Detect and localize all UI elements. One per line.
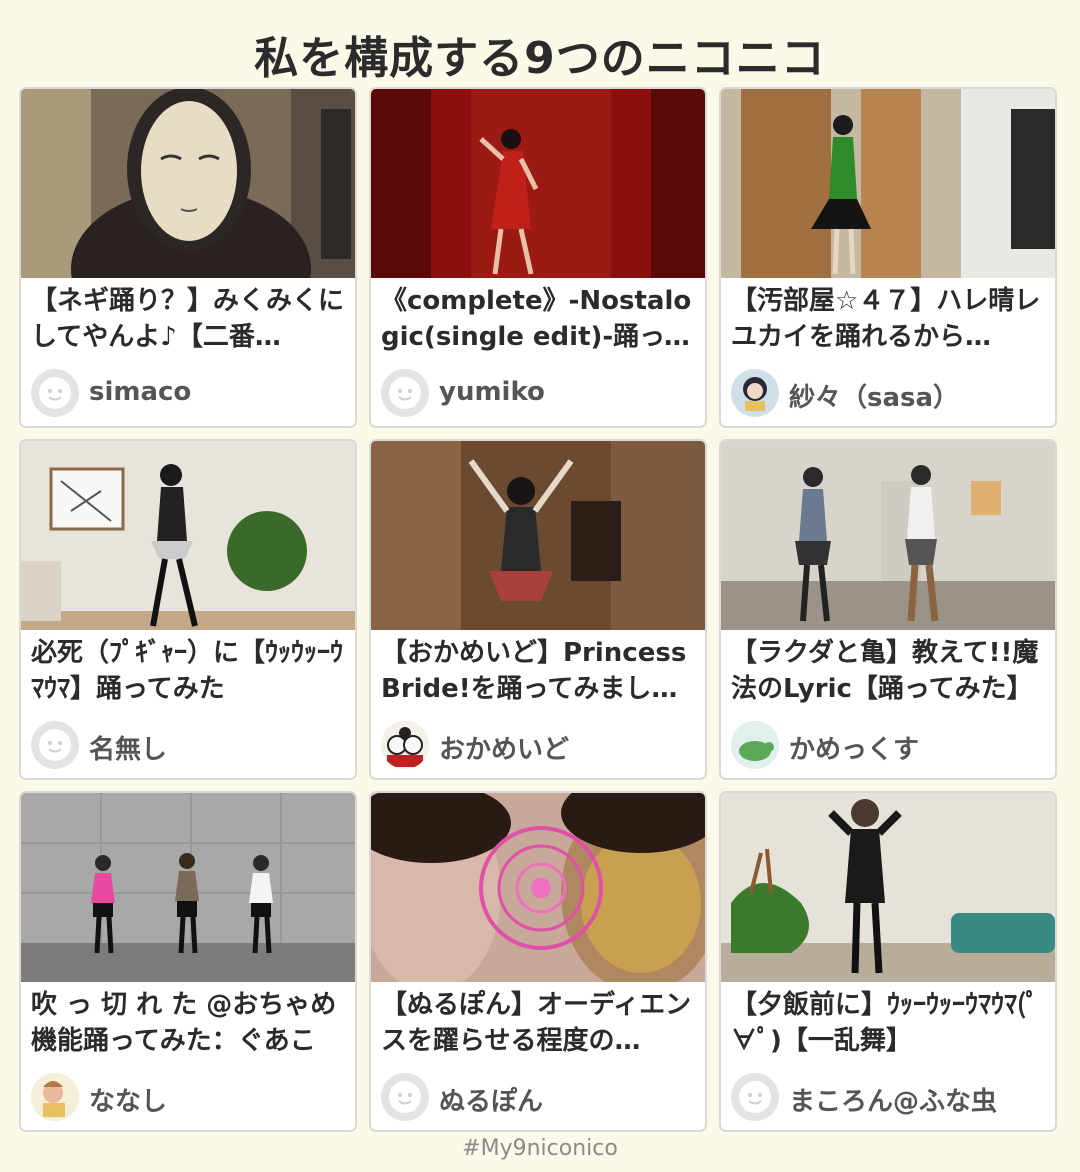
video-title[interactable]: 【ネギ踊り？】みくみくにしてやんよ♪【二番…	[31, 283, 349, 355]
video-card[interactable]: 【ネギ踊り？】みくみくにしてやんよ♪【二番… simaco	[19, 87, 357, 428]
video-thumbnail[interactable]	[721, 441, 1055, 630]
author[interactable]: ぬるぽん	[381, 1073, 699, 1123]
author[interactable]: おかめいど	[381, 721, 699, 771]
author[interactable]: かめっくす	[731, 721, 1049, 771]
hashtag: #My9niconico	[462, 1136, 618, 1161]
author-name: 名無し	[89, 735, 168, 765]
author-name: かめっくす	[789, 735, 920, 765]
video-title[interactable]: 【ぬるぽん】オーディエンスを躍らせる程度の…	[381, 987, 699, 1059]
author-name: yumiko	[439, 377, 545, 407]
author[interactable]: yumiko	[381, 369, 699, 419]
turtle-icon	[731, 721, 779, 769]
video-thumbnail[interactable]	[721, 793, 1055, 982]
video-thumbnail[interactable]	[21, 89, 355, 278]
video-title[interactable]: 【汚部屋☆４７】ハレ晴レユカイを踊れるから…	[731, 283, 1049, 355]
default-face-icon	[731, 1073, 779, 1121]
okame-mask-icon	[381, 721, 429, 769]
author-name: おかめいど	[439, 735, 570, 765]
video-thumbnail[interactable]	[721, 89, 1055, 278]
default-face-icon	[381, 1073, 429, 1121]
author[interactable]: 紗々（sasa）	[731, 369, 1049, 419]
video-card[interactable]: 吹 っ 切 れ た @おちゃめ機能踊ってみた：ぐあこ ななし	[19, 791, 357, 1132]
author[interactable]: 名無し	[31, 721, 349, 771]
author[interactable]: simaco	[31, 369, 349, 419]
video-card[interactable]: 【ラクダと亀】教えて!!魔法のLyric【踊ってみた】 かめっくす	[719, 439, 1057, 780]
video-card[interactable]: 【ぬるぽん】オーディエンスを躍らせる程度の… ぬるぽん	[369, 791, 707, 1132]
default-face-icon	[381, 369, 429, 417]
video-thumbnail[interactable]	[371, 441, 705, 630]
video-card[interactable]: 必死（ﾌﾟｷﾞｬｰ）に【ｳｯｳｯｰｳﾏｳﾏ】踊ってみた 名無し	[19, 439, 357, 780]
author[interactable]: まころん@ふな虫	[731, 1073, 1049, 1123]
video-title[interactable]: 【夕飯前に】ｳｯｰｳｯｰｳﾏｳﾏ(ﾟ∀ﾟ)【一乱舞】	[731, 987, 1049, 1059]
video-thumbnail[interactable]	[371, 89, 705, 278]
video-grid: 【ネギ踊り？】みくみくにしてやんよ♪【二番… simaco 《complete》…	[19, 87, 1059, 1132]
video-title[interactable]: 【ラクダと亀】教えて!!魔法のLyric【踊ってみた】	[731, 635, 1049, 707]
video-title[interactable]: 【おかめいど】Princess Bride!を踊ってみまし…	[381, 635, 699, 707]
page-title: 私を構成する9つのニコニコ	[254, 33, 826, 84]
video-title[interactable]: 必死（ﾌﾟｷﾞｬｰ）に【ｳｯｳｯｰｳﾏｳﾏ】踊ってみた	[31, 635, 349, 707]
default-face-icon	[31, 369, 79, 417]
author-name: ななし	[89, 1087, 168, 1117]
author-name: 紗々（sasa）	[789, 383, 960, 413]
video-title[interactable]: 《complete》-Nostalogic(single edit)-踊ってみた	[381, 283, 699, 355]
author-name: ぬるぽん	[439, 1087, 544, 1117]
video-card[interactable]: 【夕飯前に】ｳｯｰｳｯｰｳﾏｳﾏ(ﾟ∀ﾟ)【一乱舞】 まころん@ふな虫	[719, 791, 1057, 1132]
video-thumbnail[interactable]	[21, 441, 355, 630]
user-photo-icon	[731, 369, 779, 417]
video-card[interactable]: 【おかめいど】Princess Bride!を踊ってみまし… おかめいど	[369, 439, 707, 780]
default-face-icon	[31, 721, 79, 769]
video-card[interactable]: 《complete》-Nostalogic(single edit)-踊ってみた…	[369, 87, 707, 428]
author-name: simaco	[89, 377, 192, 407]
drawing-icon	[31, 1073, 79, 1121]
video-thumbnail[interactable]	[21, 793, 355, 982]
author-name: まころん@ふな虫	[789, 1087, 998, 1117]
author[interactable]: ななし	[31, 1073, 349, 1123]
video-thumbnail[interactable]	[371, 793, 705, 982]
video-card[interactable]: 【汚部屋☆４７】ハレ晴レユカイを踊れるから… 紗々（sasa）	[719, 87, 1057, 428]
video-title[interactable]: 吹 っ 切 れ た @おちゃめ機能踊ってみた：ぐあこ	[31, 987, 349, 1059]
